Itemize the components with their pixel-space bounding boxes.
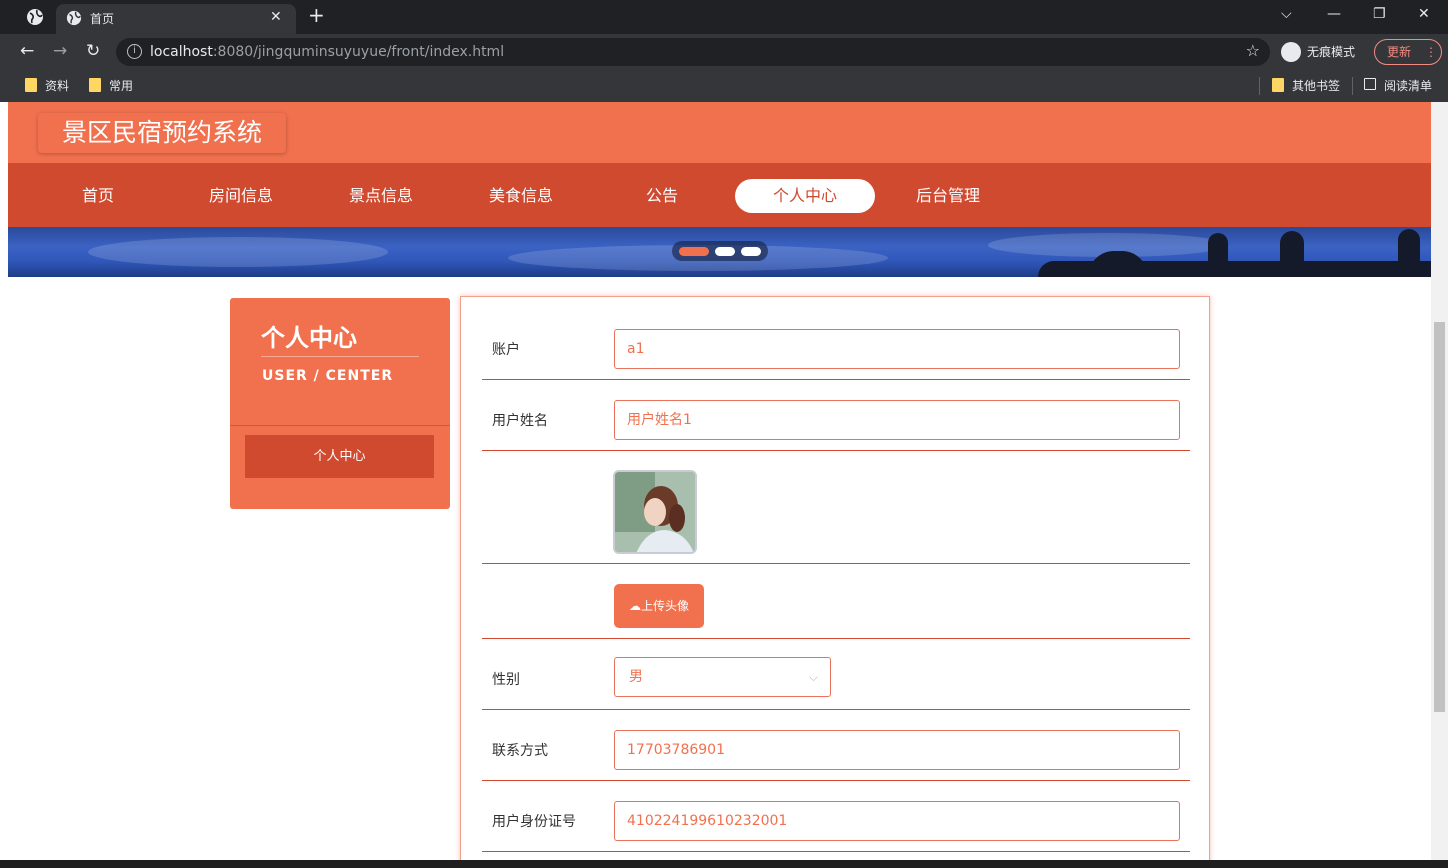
forward-arrow-icon[interactable]: → — [53, 41, 67, 61]
bookmarks-bar: 资料 常用 其他书签 阅读清单 — [0, 70, 1448, 102]
restore-icon[interactable]: ❐ — [1373, 6, 1386, 22]
carousel-dot-3[interactable] — [741, 247, 761, 256]
form-row-upload: ☁上传头像 — [482, 564, 1190, 639]
cloud-upload-icon: ☁ — [628, 599, 641, 613]
gender-label: 性别 — [492, 672, 520, 688]
banner-person — [1398, 229, 1420, 277]
close-icon[interactable]: ✕ — [270, 9, 282, 25]
nav-attractions[interactable]: 景点信息 — [336, 179, 426, 213]
update-button[interactable]: 更新 ⋮ — [1374, 39, 1442, 65]
browser-tab[interactable]: 首页 ✕ — [56, 4, 296, 34]
address-bar[interactable]: i localhost:8080/jingquminsuyuyue/front/… — [116, 38, 1270, 66]
back-arrow-icon[interactable]: ← — [20, 41, 34, 61]
avatar[interactable] — [613, 470, 697, 554]
page-viewport: 景区民宿预约系统 首页 房间信息 景点信息 美食信息 公告 个人中心 后台管理 … — [8, 102, 1431, 860]
name-label: 用户姓名 — [492, 413, 548, 429]
divider — [1259, 77, 1260, 95]
incognito-icon — [1281, 42, 1301, 62]
folder-icon — [89, 78, 101, 92]
tab-title: 首页 — [90, 12, 115, 26]
avatar-photo — [615, 472, 695, 552]
carousel-dot-1[interactable] — [679, 247, 709, 256]
nav-user-center[interactable]: 个人中心 — [735, 179, 875, 213]
form-row-account: 账户 a1 — [482, 297, 1190, 380]
new-tab-icon[interactable]: + — [308, 5, 325, 25]
sidebar-title: 个人中心 — [261, 324, 357, 352]
reload-icon[interactable]: ↻ — [86, 41, 100, 61]
account-input[interactable]: a1 — [614, 329, 1180, 369]
os-taskbar — [0, 860, 1448, 868]
globe-icon — [66, 10, 82, 26]
phone-input[interactable]: 17703786901 — [614, 730, 1180, 770]
chevron-down-icon: ⌵ — [808, 670, 818, 684]
folder-icon — [1272, 78, 1284, 92]
carousel-banner — [8, 227, 1431, 277]
profile-form: 账户 a1 用户姓名 用户姓名1 ☁上传头像 性别 男 ⌵ 联系方式 17703… — [460, 296, 1210, 860]
reading-list[interactable]: 阅读清单 — [1364, 77, 1432, 94]
sidebar-item-user-center[interactable]: 个人中心 — [245, 435, 434, 478]
incognito-indicator[interactable]: 无痕模式 — [1279, 39, 1363, 65]
carousel-dot-2[interactable] — [715, 247, 735, 256]
nav-rooms[interactable]: 房间信息 — [196, 179, 286, 213]
banner-person — [1208, 233, 1228, 277]
form-row-name: 用户姓名 用户姓名1 — [482, 380, 1190, 451]
upload-avatar-button[interactable]: ☁上传头像 — [614, 584, 704, 628]
info-icon[interactable]: i — [127, 44, 142, 59]
page-gutter — [0, 102, 8, 860]
sidebar-subtitle: USER / CENTER — [262, 368, 394, 384]
nav-food[interactable]: 美食信息 — [476, 179, 566, 213]
site-header: 景区民宿预约系统 — [8, 102, 1431, 163]
carousel-indicators — [672, 241, 768, 261]
bookmark-folder-ziliao[interactable]: 资料 — [25, 77, 69, 94]
divider — [230, 425, 450, 426]
account-label: 账户 — [492, 342, 520, 358]
form-row-idcard: 用户身份证号 410224199610232001 — [482, 781, 1190, 852]
more-vert-icon[interactable]: ⋮ — [1425, 40, 1437, 64]
divider — [261, 356, 419, 357]
form-row-gender: 性别 男 ⌵ — [482, 639, 1190, 710]
banner-cloud — [88, 237, 388, 267]
nav-home[interactable]: 首页 — [58, 179, 138, 213]
user-center-sidebar: 个人中心 USER / CENTER 个人中心 — [230, 298, 450, 509]
nav-notice[interactable]: 公告 — [622, 179, 702, 213]
chevron-down-icon[interactable]: ⌵ — [1281, 6, 1292, 22]
gender-select[interactable]: 男 ⌵ — [614, 657, 831, 697]
banner-person — [1280, 231, 1304, 277]
reading-list-icon — [1364, 78, 1376, 90]
bookmark-folder-changyong[interactable]: 常用 — [89, 77, 133, 94]
main-nav: 首页 房间信息 景点信息 美食信息 公告 个人中心 后台管理 — [8, 163, 1431, 227]
idcard-label: 用户身份证号 — [492, 814, 576, 830]
idcard-input[interactable]: 410224199610232001 — [614, 801, 1180, 841]
folder-icon — [25, 78, 37, 92]
close-window-icon[interactable]: ✕ — [1418, 6, 1430, 22]
phone-label: 联系方式 — [492, 743, 548, 759]
nav-admin[interactable]: 后台管理 — [903, 179, 993, 213]
browser-toolbar: ← → ↻ i localhost:8080/jingquminsuyuyue/… — [0, 34, 1448, 70]
url-text: localhost:8080/jingquminsuyuyue/front/in… — [150, 44, 505, 60]
page-scrollbar[interactable] — [1431, 102, 1448, 860]
name-input[interactable]: 用户姓名1 — [614, 400, 1180, 440]
globe-icon[interactable] — [26, 8, 44, 26]
bookmark-folder-other[interactable]: 其他书签 — [1272, 77, 1340, 94]
minimize-icon[interactable]: — — [1327, 6, 1341, 22]
browser-tab-bar: 首页 ✕ + ⌵ — ❐ ✕ — [0, 0, 1448, 34]
form-row-phone: 联系方式 17703786901 — [482, 710, 1190, 781]
scrollbar-thumb[interactable] — [1434, 322, 1445, 712]
star-icon[interactable]: ☆ — [1246, 41, 1260, 60]
divider — [1352, 77, 1353, 95]
site-title[interactable]: 景区民宿预约系统 — [38, 113, 286, 153]
form-row-avatar — [482, 451, 1190, 564]
